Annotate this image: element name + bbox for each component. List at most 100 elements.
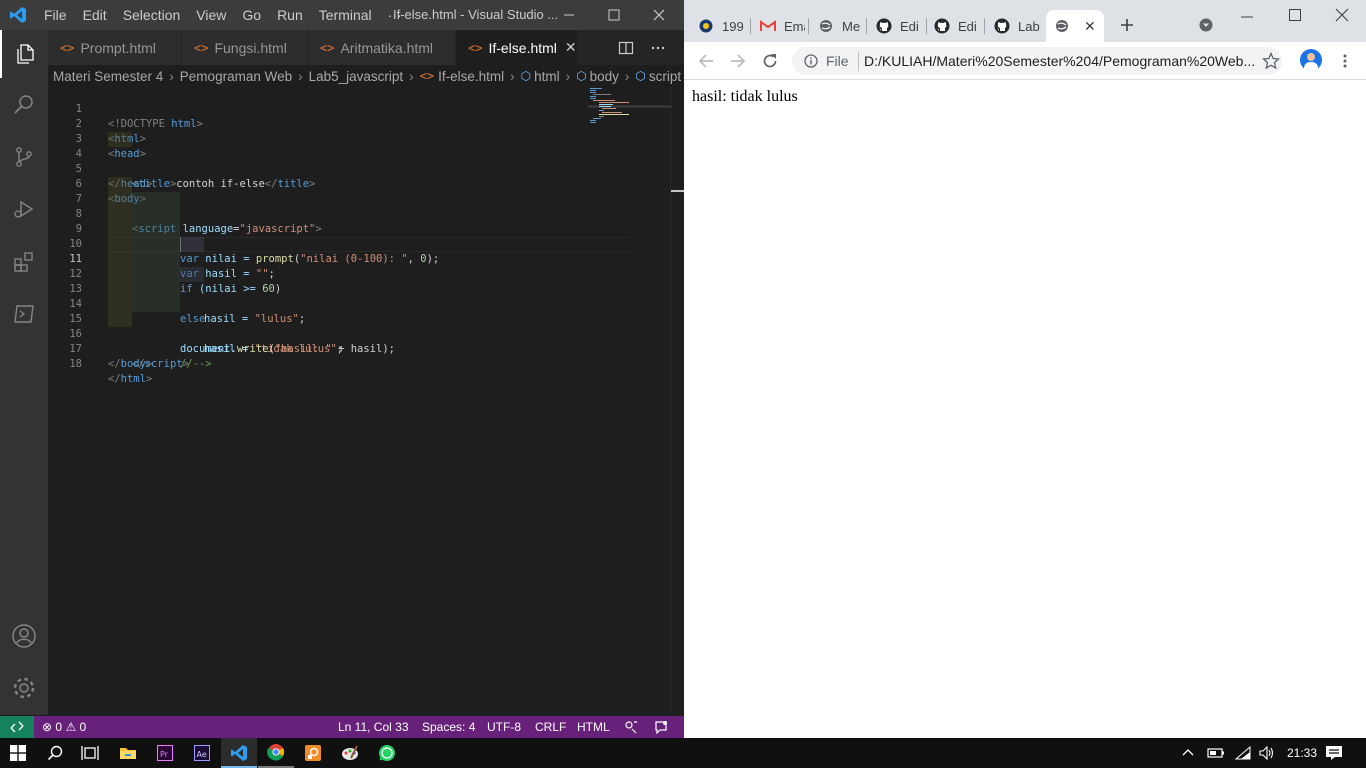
globe-icon xyxy=(1054,18,1070,34)
minimize-button[interactable] xyxy=(546,0,592,30)
breadcrumb-item[interactable]: script xyxy=(649,69,681,84)
code-line: 8 var nilai = prompt("nilai (0-100): ", … xyxy=(48,192,588,265)
feedback-icon[interactable] xyxy=(624,720,638,734)
browser-tab-active[interactable]: ✕ xyxy=(1046,10,1104,42)
tab-aritmatika[interactable]: <> Aritmatika.html xyxy=(308,30,456,65)
source-control-button[interactable] xyxy=(0,133,48,181)
search-button[interactable] xyxy=(0,80,48,128)
breadcrumb-item[interactable]: body xyxy=(590,69,619,84)
menu-file[interactable]: File xyxy=(36,7,75,23)
taskbar-chrome[interactable] xyxy=(258,738,294,768)
tab-search-icon[interactable] xyxy=(1199,18,1213,32)
extensions-button[interactable] xyxy=(0,238,48,286)
wifi-icon[interactable] xyxy=(1235,746,1251,760)
maximize-button[interactable] xyxy=(591,0,637,30)
token: body xyxy=(120,358,146,370)
notification-center-button[interactable] xyxy=(1314,738,1354,768)
code-line: 5 </head> xyxy=(48,147,588,190)
remote-indicator-button[interactable] xyxy=(0,716,34,738)
code-editor[interactable]: 1 <!DOCTYPE html> 2 <html> 3 <head> 4 <t… xyxy=(48,87,684,715)
minimize-icon[interactable] xyxy=(1240,10,1254,24)
browser-tab-title: Me xyxy=(842,18,860,34)
reload-icon[interactable] xyxy=(762,53,778,69)
tab-close-icon[interactable]: ✕ xyxy=(565,39,577,56)
gear-icon xyxy=(13,677,35,699)
notifications-icon[interactable] xyxy=(654,720,668,734)
browser-tab[interactable]: Edi xyxy=(876,10,922,42)
more-actions-icon[interactable] xyxy=(650,40,666,56)
forward-arrow-icon[interactable] xyxy=(730,53,746,69)
clock-time[interactable]: 21:33 xyxy=(1287,746,1317,760)
taskbar-whatsapp[interactable] xyxy=(369,738,405,768)
breadcrumb-item[interactable]: html xyxy=(534,69,560,84)
breadcrumb-item[interactable]: Pemograman Web xyxy=(180,69,292,84)
volume-icon[interactable] xyxy=(1259,746,1275,760)
avatar[interactable] xyxy=(1300,49,1322,71)
menu-run[interactable]: Run xyxy=(269,7,311,23)
tab-close-icon[interactable]: ✕ xyxy=(1084,18,1096,35)
browser-tab[interactable]: Edi xyxy=(934,10,980,42)
address-bar[interactable]: File D:/KULIAH/Materi%20Semester%204/Pem… xyxy=(792,47,1282,75)
menu-go[interactable]: Go xyxy=(234,7,269,23)
close-button[interactable] xyxy=(636,0,682,30)
code-line: 7 <script language="javascript"> xyxy=(48,177,588,235)
split-editor-icon[interactable] xyxy=(618,40,634,56)
bookmark-star-icon[interactable] xyxy=(1262,52,1280,70)
taskbar-premiere[interactable]: Pr xyxy=(147,738,183,768)
chevron-up-icon[interactable] xyxy=(1181,746,1195,760)
taskbar-file-explorer[interactable] xyxy=(110,738,146,768)
language-mode[interactable]: HTML xyxy=(577,720,610,734)
taskbar-paint[interactable] xyxy=(332,738,368,768)
code-line: 10 if (nilai >= 60) xyxy=(48,222,588,295)
menu-dots-icon[interactable] xyxy=(1337,53,1353,69)
close-icon[interactable] xyxy=(1335,8,1349,22)
browser-tab[interactable]: Ema xyxy=(760,10,805,42)
files-icon xyxy=(17,44,34,64)
taskbar-app[interactable] xyxy=(295,738,331,768)
back-arrow-icon[interactable] xyxy=(698,53,714,69)
battery-icon[interactable] xyxy=(1207,746,1225,760)
code-line: 11 hasil = "lulus"; xyxy=(48,237,588,325)
minimap[interactable] xyxy=(588,87,672,127)
html-file-icon: <> xyxy=(60,40,75,55)
menu-view[interactable]: View xyxy=(188,7,234,23)
browser-tab[interactable]: Me xyxy=(818,10,860,42)
taskbar-after-effects[interactable]: Ae xyxy=(184,738,220,768)
encoding-setting[interactable]: UTF-8 xyxy=(487,720,521,734)
explorer-button[interactable] xyxy=(0,30,48,78)
gmail-icon xyxy=(760,18,776,34)
remote-explorer-button[interactable] xyxy=(0,290,48,338)
chevron-right-icon: › xyxy=(169,68,174,84)
accounts-button[interactable] xyxy=(0,612,48,660)
taskbar-vscode[interactable] xyxy=(221,738,257,768)
code-line: 15 //--> xyxy=(48,297,588,370)
cursor-position[interactable]: Ln 11, Col 33 xyxy=(338,720,409,734)
chevron-right-icon: › xyxy=(409,68,414,84)
browser-tab[interactable]: Lab xyxy=(994,10,1040,42)
maximize-icon[interactable] xyxy=(1288,8,1302,22)
breadcrumb-item[interactable]: Materi Semester 4 xyxy=(53,69,163,84)
indentation-setting[interactable]: Spaces: 4 xyxy=(422,720,475,734)
task-view-button[interactable] xyxy=(72,738,108,768)
html-file-icon: <> xyxy=(194,40,209,55)
start-button[interactable] xyxy=(0,738,36,768)
eol-setting[interactable]: CRLF xyxy=(535,720,566,734)
manage-button[interactable] xyxy=(0,664,48,712)
run-debug-button[interactable] xyxy=(0,185,48,233)
problems-indicator[interactable]: ⊗ 0 ⚠ 0 xyxy=(42,720,86,734)
breadcrumb-item[interactable]: Lab5_javascript xyxy=(309,69,404,84)
search-button[interactable] xyxy=(37,738,73,768)
tab-fungsi[interactable]: <> Fungsi.html xyxy=(182,30,308,65)
editor-scrollbar[interactable] xyxy=(670,87,684,715)
info-icon[interactable] xyxy=(804,54,818,68)
menu-edit[interactable]: Edit xyxy=(75,7,115,23)
code-line: 18 </html> xyxy=(48,342,588,385)
menu-selection[interactable]: Selection xyxy=(115,7,189,23)
new-tab-icon[interactable] xyxy=(1120,18,1134,32)
tab-if-else[interactable]: <> If-else.html ✕ xyxy=(456,30,578,65)
windows-taskbar: Pr Ae 21:33 xyxy=(0,738,1366,768)
breadcrumb-item[interactable]: If-else.html xyxy=(438,69,504,84)
menu-terminal[interactable]: Terminal xyxy=(311,7,380,23)
browser-tab[interactable]: 199 xyxy=(698,10,752,42)
tab-prompt[interactable]: <> Prompt.html xyxy=(48,30,182,65)
